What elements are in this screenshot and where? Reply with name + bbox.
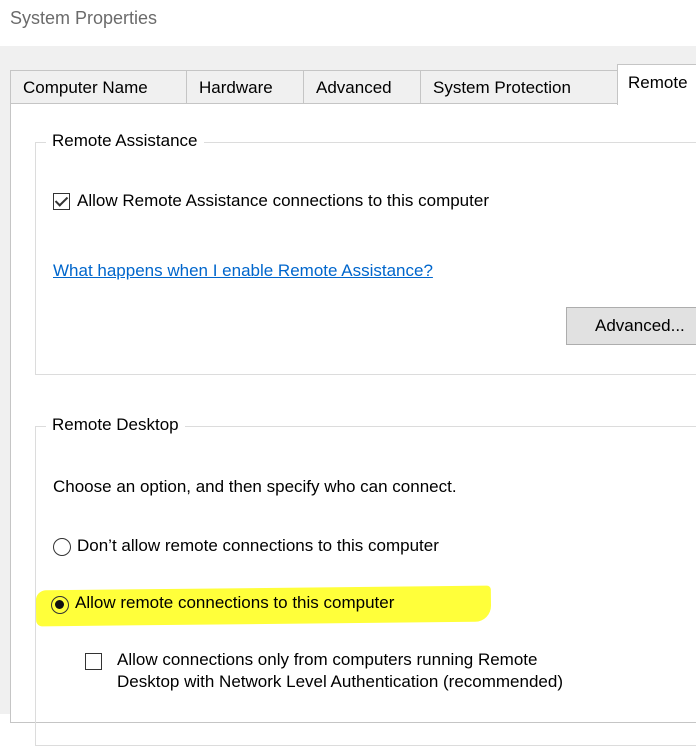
tab-remote[interactable]: Remote — [617, 64, 696, 105]
radio-dont-allow-label[interactable]: Don’t allow remote connections to this c… — [77, 536, 439, 556]
radio-allow[interactable] — [51, 596, 69, 614]
nla-checkbox-label-line2[interactable]: Desktop with Network Level Authenticatio… — [117, 672, 563, 692]
tab-hardware[interactable]: Hardware — [186, 70, 304, 103]
nla-checkbox-label-line1[interactable]: Allow connections only from computers ru… — [117, 650, 537, 670]
tab-system-protection[interactable]: System Protection — [420, 70, 618, 103]
tab-advanced[interactable]: Advanced — [303, 70, 421, 103]
advanced-button[interactable]: Advanced... — [566, 307, 696, 345]
remote-assistance-checkbox-label[interactable]: Allow Remote Assistance connections to t… — [77, 191, 489, 211]
remote-assistance-help-link[interactable]: What happens when I enable Remote Assist… — [53, 261, 433, 281]
remote-assistance-checkbox[interactable] — [53, 193, 70, 210]
nla-checkbox[interactable] — [85, 653, 102, 670]
tab-computer-name[interactable]: Computer Name — [10, 70, 187, 103]
remote-assistance-group: Remote Assistance Allow Remote Assistanc… — [35, 131, 696, 375]
remote-assistance-legend: Remote Assistance — [46, 131, 204, 151]
radio-allow-label[interactable]: Allow remote connections to this compute… — [75, 593, 394, 613]
remote-desktop-instruction: Choose an option, and then specify who c… — [53, 477, 457, 496]
window-title: System Properties — [10, 8, 158, 28]
tab-panel-remote: Remote Assistance Allow Remote Assistanc… — [10, 103, 696, 746]
remote-desktop-legend: Remote Desktop — [46, 415, 185, 435]
radio-dont-allow[interactable] — [53, 538, 71, 556]
title-bar: System Properties — [0, 0, 696, 46]
